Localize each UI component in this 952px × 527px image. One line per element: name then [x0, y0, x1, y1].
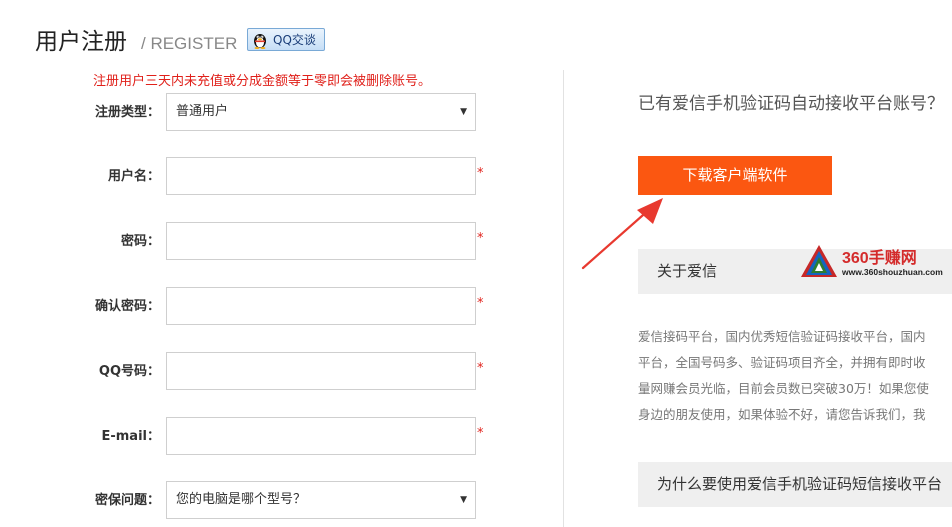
qq-chat-button[interactable]: QQ交谈 [247, 28, 325, 51]
why-section-header[interactable]: 为什么要使用爱信手机验证码短信接收平台 [638, 462, 952, 507]
required-mark: * [477, 426, 484, 441]
password-label: 密码： [120, 234, 160, 249]
security-question-label: 密保问题： [94, 493, 160, 508]
watermark-url: www.360shouzhuan.com [842, 267, 943, 277]
qq-chat-label: QQ交谈 [273, 33, 316, 47]
login-prompt: 已有爱信手机验证码自动接收平台账号？ [638, 94, 944, 114]
qq-number-label: QQ号码： [98, 364, 160, 379]
username-input[interactable] [166, 157, 476, 195]
chevron-down-icon: ▼ [460, 495, 467, 505]
required-mark: * [477, 361, 484, 376]
column-divider [563, 70, 564, 527]
about-line: 量网赚会员光临，目前会员数已突破30万！如果您使 [638, 381, 929, 396]
form-row-qq: QQ号码： * [0, 352, 560, 392]
about-line: 平台，全国号码多、验证码项目齐全，并拥有即时收 [638, 355, 926, 370]
register-type-value: 普通用户 [176, 104, 229, 119]
username-label: 用户名： [107, 169, 160, 184]
form-row-register-type: 注册类型： 普通用户 ▼ [0, 93, 560, 133]
email-label: E-mail： [101, 429, 160, 444]
confirm-password-input[interactable] [166, 287, 476, 325]
form-row-password: 密码： * [0, 222, 560, 262]
form-row-security-question: 密保问题： 您的电脑是哪个型号？ ▼ [0, 481, 560, 521]
about-description: 爱信接码平台，国内优秀短信验证码接收平台，国内 平台，全国号码多、验证码项目齐全… [638, 324, 952, 428]
required-mark: * [477, 231, 484, 246]
security-question-select[interactable]: 您的电脑是哪个型号？ ▼ [166, 481, 476, 519]
watermark-title: 360手赚网 [842, 250, 917, 267]
watermark-logo-icon [801, 245, 837, 277]
page-subtitle: / REGISTER [141, 34, 238, 53]
qq-number-input[interactable] [166, 352, 476, 390]
password-input[interactable] [166, 222, 476, 260]
security-question-value: 您的电脑是哪个型号？ [176, 492, 307, 507]
about-line: 身边的朋友使用，如果体验不好，请您告诉我们，我 [638, 407, 926, 422]
watermark: 360手赚网 www.360shouzhuan.com [800, 244, 952, 284]
register-page: 用户注册 / REGISTER QQ交谈 注册用户三天内未充值或分成金额等于零即… [0, 0, 952, 527]
register-type-select[interactable]: 普通用户 ▼ [166, 93, 476, 131]
page-title: 用户注册 [35, 29, 127, 55]
required-mark: * [477, 166, 484, 181]
form-row-confirm-password: 确认密码： * [0, 287, 560, 327]
form-row-email: E-mail： * [0, 417, 560, 457]
form-row-username: 用户名： * [0, 157, 560, 197]
chevron-down-icon: ▼ [460, 107, 467, 117]
qq-penguin-icon [254, 33, 266, 49]
email-input[interactable] [166, 417, 476, 455]
required-mark: * [477, 296, 484, 311]
about-line: 爱信接码平台，国内优秀短信验证码接收平台，国内 [638, 329, 926, 344]
about-title: 关于爱信 [657, 262, 718, 280]
deletion-notice: 注册用户三天内未充值或分成金额等于零即会被删除账号。 [93, 74, 432, 89]
confirm-password-label: 确认密码： [94, 299, 160, 314]
why-title: 为什么要使用爱信手机验证码短信接收平台 [657, 475, 943, 493]
register-type-label: 注册类型： [94, 105, 160, 120]
